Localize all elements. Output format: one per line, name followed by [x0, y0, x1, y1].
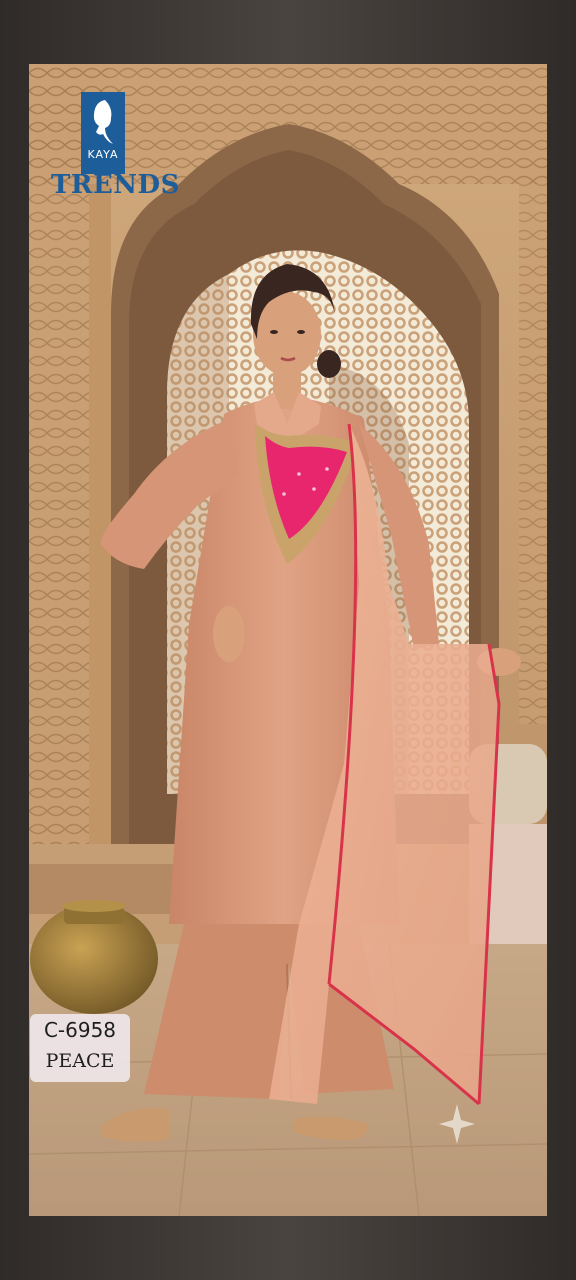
logo-name: TRENDS [51, 170, 180, 200]
product-code: C-6958 [43, 1018, 117, 1042]
product-name: PEACE [45, 1050, 115, 1072]
logo-box [81, 92, 125, 174]
brand-logo: KAYA TRENDS [51, 90, 180, 202]
face-silhouette-icon [93, 100, 113, 144]
product-code-badge: C-6958 PEACE [30, 1014, 130, 1082]
product-photo: KAYA TRENDS C-6958 PEACE [29, 64, 547, 1216]
logo-small-name: KAYA [87, 148, 119, 161]
